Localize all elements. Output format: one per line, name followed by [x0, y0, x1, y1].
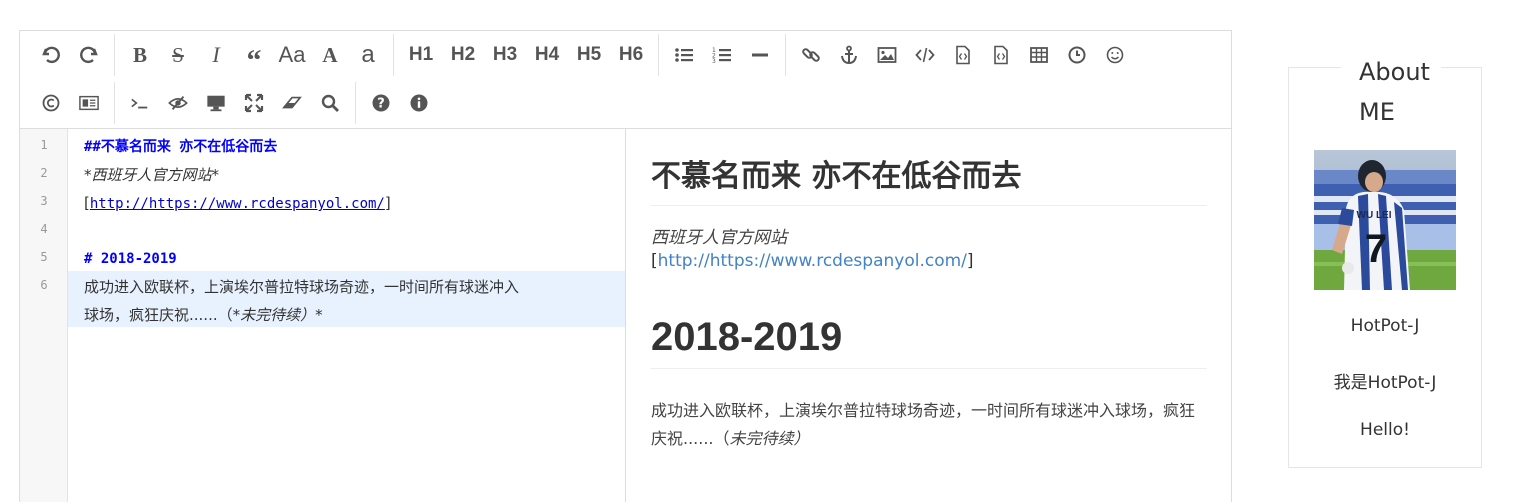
code-line[interactable]: # 2018-2019: [84, 245, 611, 273]
about-greeting: Hello!: [1360, 420, 1410, 440]
line-number: 4: [40, 222, 48, 236]
code-line-text: 球场，疯狂庆祝......（: [84, 306, 233, 324]
markdown-editor: B S I “ Aa A a H1 H2 H3 H4 H5 H6 123 ? 1…: [19, 30, 1232, 502]
unordered-list-icon[interactable]: [665, 38, 703, 72]
line-number-gutter: [20, 129, 68, 502]
search-icon[interactable]: [311, 86, 349, 120]
line-number: 5: [40, 250, 48, 264]
emoji-icon[interactable]: [1096, 38, 1134, 72]
link-icon[interactable]: [792, 38, 830, 72]
undo-icon[interactable]: [32, 38, 70, 72]
heading-4-button[interactable]: H4: [526, 38, 568, 72]
link-bracket-close: ]: [966, 251, 974, 271]
italic-icon[interactable]: I: [197, 38, 235, 72]
preview-link-line: [http://https://www.rcdespanyol.com/]: [651, 251, 974, 271]
code-link-url[interactable]: http://https://www.rcdespanyol.com/: [90, 196, 385, 212]
heading-5-button[interactable]: H5: [568, 38, 610, 72]
heading-2-button[interactable]: H2: [442, 38, 484, 72]
ordered-list-icon[interactable]: 123: [703, 38, 741, 72]
toolbar-row-2: ?: [20, 79, 438, 127]
code-icon[interactable]: [906, 38, 944, 72]
lowercase-icon[interactable]: a: [349, 38, 387, 72]
redo-icon[interactable]: [70, 38, 108, 72]
code-line-italic: *未完待续）*: [232, 306, 323, 324]
anchor-icon[interactable]: [830, 38, 868, 72]
avatar-jersey-number: 7: [1365, 227, 1387, 271]
link-bracket-close: ]: [384, 194, 391, 212]
heading-3-button[interactable]: H3: [484, 38, 526, 72]
goto-line-icon[interactable]: [121, 86, 159, 120]
quote-icon[interactable]: “: [235, 38, 273, 77]
code-line[interactable]: [http://https://www.rcdespanyol.com/]: [84, 189, 611, 218]
about-me-panel: About ME WU LEI 7 HotPot-J 我是HotPot-J He…: [1288, 52, 1482, 468]
preformatted-text-icon[interactable]: [982, 38, 1020, 72]
preview-italic-text: 西班牙人官方网站: [651, 228, 787, 248]
preview-icon[interactable]: [197, 86, 235, 120]
fullscreen-icon[interactable]: [235, 86, 273, 120]
pagebreak-icon[interactable]: [70, 86, 108, 120]
avatar: WU LEI 7: [1314, 150, 1456, 290]
markdown-input-pane[interactable]: 1 2 3 4 5 6 ##不慕名而来 亦不在低谷而去 *西班牙人官方网站* […: [20, 129, 626, 502]
strikethrough-icon[interactable]: S: [159, 38, 197, 72]
toolbar-divider: [393, 34, 394, 76]
preview-paragraph-italic: 未完待续）: [729, 429, 810, 448]
preview-paragraph: 成功进入欧联杯，上演埃尔普拉特球场奇迹，一时间所有球迷冲入球场，疯狂庆祝....…: [651, 397, 1207, 453]
watch-toggle-icon[interactable]: [159, 86, 197, 120]
code-line[interactable]: 成功进入欧联杯，上演埃尔普拉特球场奇迹，一时间所有球迷冲入: [84, 273, 611, 301]
heading-1-button[interactable]: H1: [400, 38, 442, 72]
toolbar-divider: [658, 34, 659, 76]
eraser-icon[interactable]: [273, 86, 311, 120]
about-description: 我是HotPot-J: [1333, 373, 1437, 393]
preview-link[interactable]: http://https://www.rcdespanyol.com/: [658, 251, 967, 271]
toolbar-divider: [114, 82, 115, 124]
html-entities-icon[interactable]: [32, 86, 70, 120]
code-line[interactable]: *西班牙人官方网站*: [84, 161, 611, 189]
toolbar-divider: [785, 34, 786, 76]
svg-text:3: 3: [712, 58, 716, 65]
horizontal-rule-icon[interactable]: [741, 38, 779, 72]
code-line[interactable]: 球场，疯狂庆祝......（*未完待续）*: [84, 301, 611, 329]
line-number: 2: [40, 166, 48, 180]
preview-heading-1: 2018-2019: [651, 315, 1207, 369]
code-block-icon[interactable]: [944, 38, 982, 72]
markdown-preview-pane: 不慕名而来 亦不在低谷而去 西班牙人官方网站 [http://https://w…: [627, 129, 1231, 502]
svg-text:?: ?: [377, 97, 385, 112]
bold-icon[interactable]: B: [121, 38, 159, 72]
line-number: 3: [40, 194, 48, 208]
info-icon[interactable]: [400, 86, 438, 120]
link-bracket-open: [: [651, 251, 658, 271]
avatar-jersey-name: WU LEI: [1357, 210, 1392, 221]
line-number: 6: [40, 278, 48, 292]
code-line[interactable]: ##不慕名而来 亦不在低谷而去: [84, 133, 611, 161]
heading-6-button[interactable]: H6: [610, 38, 652, 72]
image-icon[interactable]: [868, 38, 906, 72]
table-icon[interactable]: [1020, 38, 1058, 72]
help-icon[interactable]: ?: [362, 86, 400, 120]
clock-icon[interactable]: [1058, 38, 1096, 72]
uppercase-icon[interactable]: A: [311, 38, 349, 72]
toolbar-divider: [114, 34, 115, 76]
editor-toolbar: B S I “ Aa A a H1 H2 H3 H4 H5 H6 123 ?: [20, 31, 1231, 129]
preview-heading-2: 不慕名而来 亦不在低谷而去: [651, 151, 1207, 206]
case-toggle-icon[interactable]: Aa: [273, 38, 311, 72]
line-number: 1: [40, 138, 48, 152]
about-username: HotPot-J: [1350, 316, 1420, 336]
about-title: About ME: [1341, 52, 1441, 132]
toolbar-row-1: B S I “ Aa A a H1 H2 H3 H4 H5 H6 123: [20, 31, 1134, 79]
toolbar-divider: [355, 82, 356, 124]
